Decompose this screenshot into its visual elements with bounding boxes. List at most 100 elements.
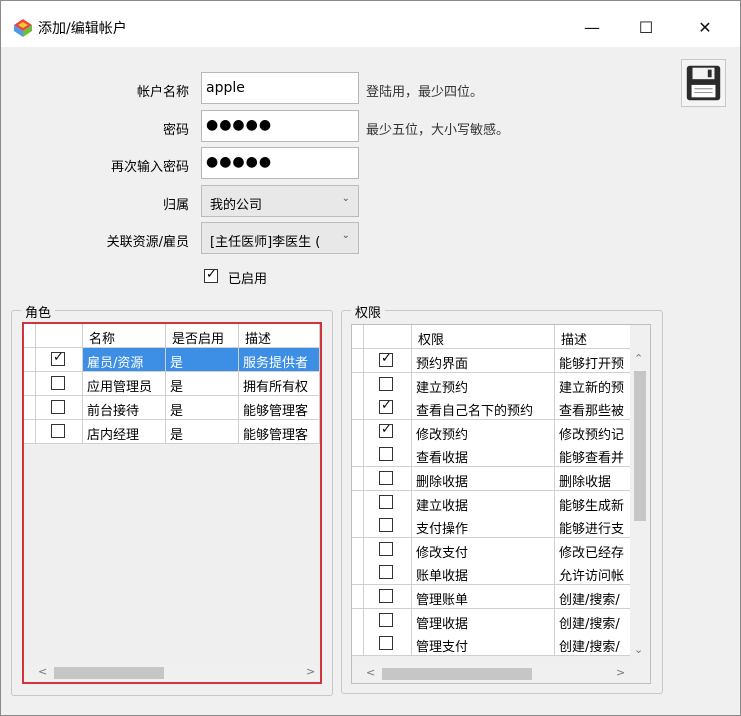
row-checkbox[interactable] [51,400,65,414]
permission-name: 账单收据 [412,561,555,586]
resource-value: [主任医师]李医生 ( [210,235,321,250]
permission-name: 管理收据 [412,608,555,633]
role-enabled: 是 [166,420,239,444]
close-button[interactable]: ✕ [682,12,728,44]
row-checkbox[interactable] [379,447,393,462]
permission-desc: 能够查看并 [555,443,630,468]
permission-name: 查看收据 [412,443,555,468]
row-checkbox-cell[interactable] [364,585,412,609]
permission-name: 预约界面 [412,349,555,373]
perm-header-desc[interactable]: 描述 [555,325,630,349]
row-header [352,561,364,586]
row-checkbox[interactable] [379,351,393,367]
maximize-button[interactable]: ☐ [623,12,669,44]
permissions-horizontal-scrollbar[interactable]: < > [352,663,650,683]
row-checkbox[interactable] [51,424,65,438]
minimize-button[interactable]: — [569,12,615,44]
row-checkbox[interactable] [379,376,393,391]
row-header [352,372,364,397]
row-checkbox[interactable] [379,541,393,556]
save-button[interactable] [681,59,726,107]
row-header [352,349,364,373]
role-desc: 能够管理客 [239,420,320,444]
row-checkbox-cell[interactable] [36,348,83,372]
role-enabled: 是 [166,396,239,420]
row-checkbox-cell[interactable] [364,514,412,539]
row-checkbox[interactable] [379,471,393,485]
permission-desc: 允许访问帐 [555,561,630,586]
row-checkbox-cell[interactable] [364,537,412,562]
account-name-hint: 登陆用，最少四位。 [366,85,484,100]
belongs-value: 我的公司 [210,198,263,213]
row-checkbox-cell[interactable] [36,396,83,420]
enabled-label: 已启用 [228,272,268,287]
row-checkbox[interactable] [379,518,393,533]
permission-name: 建立预约 [412,372,555,397]
perm-header-name[interactable]: 权限 [412,325,555,349]
row-checkbox[interactable] [379,398,393,415]
row-checkbox[interactable] [379,612,393,627]
enabled-checkbox[interactable] [204,267,218,283]
scroll-right-icon[interactable]: > [306,665,315,678]
row-header [24,348,36,372]
permission-name: 建立收据 [412,490,555,515]
permission-desc: 能够进行支 [555,514,630,539]
roles-horizontal-scrollbar[interactable]: < > [24,662,320,682]
row-checkbox-cell[interactable] [364,419,412,444]
row-header [352,490,364,515]
row-header [24,420,36,444]
row-checkbox-cell[interactable] [364,561,412,586]
password-confirm-input[interactable]: ●●●●● [201,147,359,179]
role-name: 雇员/资源 [83,348,166,372]
row-checkbox[interactable] [379,565,393,580]
roles-header-enabled[interactable]: 是否启用 [166,324,239,348]
account-name-input[interactable]: apple [201,72,359,104]
permission-desc: 创建/搜索/ [555,608,630,633]
scroll-right-icon[interactable]: > [616,666,625,679]
row-checkbox-cell[interactable] [364,349,412,373]
row-checkbox[interactable] [379,589,393,603]
row-checkbox-cell[interactable] [364,490,412,515]
role-name: 应用管理员 [83,372,166,396]
floppy-disk-icon [686,65,721,101]
row-checkbox-cell[interactable] [364,608,412,633]
row-header [352,514,364,539]
scroll-left-icon[interactable]: < [366,666,375,679]
permissions-scroll-thumb[interactable] [634,371,646,521]
belongs-select[interactable]: 我的公司 ⌄ [201,185,359,217]
permission-name: 删除收据 [412,467,555,491]
permissions-vertical-scrollbar[interactable]: ⌃ ⌄ [630,349,650,663]
roles-header-desc[interactable]: 描述 [239,324,320,348]
permission-desc: 能够生成新 [555,490,630,515]
row-checkbox[interactable] [379,422,393,438]
row-checkbox-cell[interactable] [364,372,412,397]
scroll-up-icon[interactable]: ⌃ [634,352,643,365]
role-enabled: 是 [166,372,239,396]
row-checkbox[interactable] [51,376,65,390]
permission-desc: 建立新的预 [555,372,630,397]
roles-scroll-thumb[interactable] [54,667,164,679]
permission-desc: 能够打开预 [555,349,630,373]
row-checkbox-cell[interactable] [36,420,83,444]
scroll-left-icon[interactable]: < [38,665,47,678]
roles-header-name[interactable]: 名称 [83,324,166,348]
row-checkbox[interactable] [51,350,65,366]
permissions-scroll-thumb-h[interactable] [382,668,532,680]
row-checkbox-cell[interactable] [364,443,412,468]
role-name: 前台接待 [83,396,166,420]
row-checkbox-cell[interactable] [364,632,412,657]
account-name-label: 帐户名称 [136,85,189,100]
row-checkbox-cell[interactable] [36,372,83,396]
scroll-down-icon[interactable]: ⌄ [634,643,643,656]
resource-select[interactable]: [主任医师]李医生 ( ⌄ [201,222,359,254]
window-title: 添加/编辑帐户 [38,21,127,37]
permission-desc: 修改预约记 [555,419,630,444]
permission-name: 管理支付 [412,632,555,657]
row-checkbox-cell[interactable] [364,467,412,491]
permissions-group-title: 权限 [351,302,386,321]
row-checkbox-cell[interactable] [364,396,412,421]
password-input[interactable]: ●●●●● [201,110,359,142]
row-checkbox[interactable] [379,494,393,509]
account-dialog: 添加/编辑帐户 — ☐ ✕ 帐户名称 apple 登陆用，最少四位。 密码 ●●… [0,0,741,716]
row-checkbox[interactable] [379,636,393,651]
